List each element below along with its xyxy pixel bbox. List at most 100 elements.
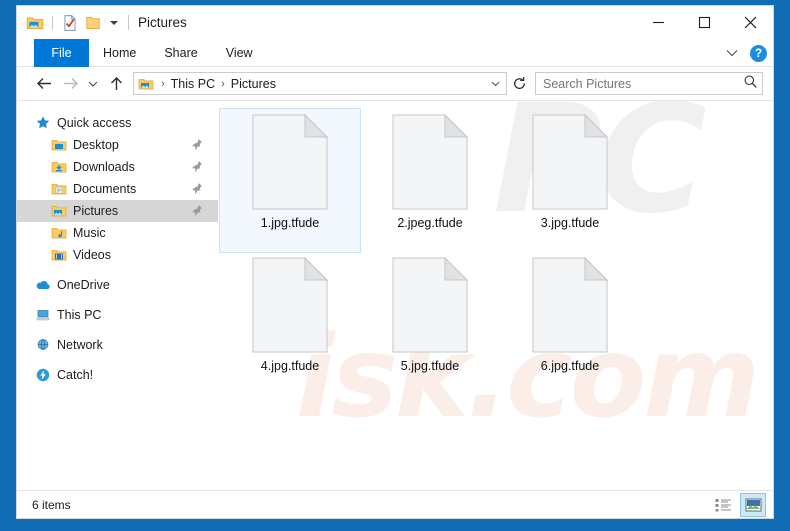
search-input[interactable] [543,76,743,91]
sidebar-item-videos[interactable]: Videos [17,244,218,266]
new-folder-icon[interactable] [84,14,102,32]
view-buttons [711,492,766,517]
sidebar-item-label: Desktop [73,138,119,152]
pin-icon[interactable] [191,182,203,195]
pin-icon[interactable] [191,138,203,151]
breadcrumb[interactable]: › This PC › Pictures [133,72,507,95]
sidebar-item-downloads[interactable]: Downloads [17,156,218,178]
up-button[interactable] [103,71,129,97]
window-title: Pictures [138,15,187,30]
tab-view[interactable]: View [212,39,267,67]
sidebar-item-label: Downloads [73,160,135,174]
desktop-background: Pictures File Home Share View ? › This P… [0,0,790,531]
breadcrumb-separator: › [221,77,225,90]
sidebar-item-label: Videos [73,248,111,262]
window-controls [635,6,773,38]
status-bar: 6 items [17,490,773,518]
file-item[interactable]: 2.jpeg.tfude [360,109,500,252]
this-pc-icon [35,307,51,323]
sidebar-item-catch[interactable]: Catch! [17,364,218,386]
sidebar-item-documents[interactable]: Documents [17,178,218,200]
title-divider [128,15,129,30]
pictures-folder-icon [138,76,154,92]
pin-icon[interactable] [191,204,203,217]
properties-icon[interactable] [61,14,79,32]
customize-qat-caret-icon[interactable] [107,15,123,31]
sidebar-item-label: This PC [57,308,102,322]
file-name: 1.jpg.tfude [260,216,320,230]
quick-access-toolbar [17,14,123,32]
chevron-down-icon[interactable] [486,77,504,90]
onedrive-cloud-icon [35,277,51,293]
minimize-button[interactable] [635,6,681,38]
sidebar-item-onedrive[interactable]: OneDrive [17,274,218,296]
file-name: 3.jpg.tfude [540,216,600,230]
file-grid: 1.jpg.tfude 2.jpeg.tfude 3.jpg.tfude 4.j… [219,108,773,395]
sidebar-item-label: Catch! [57,368,94,382]
file-name: 2.jpeg.tfude [397,216,463,230]
sidebar-item-network[interactable]: Network [17,334,218,356]
sidebar-item-label: OneDrive [57,278,110,292]
file-item[interactable]: 3.jpg.tfude [500,109,640,252]
sidebar-group-label: Quick access [57,116,132,130]
forward-button[interactable] [57,71,83,97]
item-count-label: 6 items [32,497,71,512]
maximize-button[interactable] [681,6,727,38]
ribbon-tab-bar: File Home Share View ? [17,39,773,67]
chevron-down-icon[interactable] [723,44,741,62]
sidebar-item-label: Pictures [73,204,119,218]
file-explorer-window: Pictures File Home Share View ? › This P… [17,6,773,518]
breadcrumb-item-this-pc[interactable]: This PC [169,77,217,91]
downloads-folder-icon [51,159,67,175]
music-folder-icon [51,225,67,241]
sidebar-item-label: Documents [73,182,137,196]
file-item[interactable]: 6.jpg.tfude [500,252,640,395]
desktop-folder-icon [51,137,67,153]
sidebar-item-this-pc[interactable]: This PC [17,304,218,326]
file-item[interactable]: 1.jpg.tfude [219,108,361,253]
file-item[interactable]: 4.jpg.tfude [220,252,360,395]
close-button[interactable] [727,6,773,38]
tab-share[interactable]: Share [150,39,211,67]
search-icon[interactable] [743,74,758,94]
generic-file-icon [252,257,328,353]
title-bar: Pictures [17,6,773,39]
pictures-folder-icon [51,203,67,219]
catch-icon [35,367,51,383]
details-view-button[interactable] [711,494,735,516]
generic-file-icon [392,114,468,210]
sidebar-item-desktop[interactable]: Desktop [17,134,218,156]
sidebar-item-label: Network [57,338,103,352]
documents-folder-icon [51,181,67,197]
breadcrumb-item-pictures[interactable]: Pictures [229,77,278,91]
star-icon [35,115,51,131]
recent-locations-button[interactable] [83,71,103,97]
tab-home[interactable]: Home [89,39,150,67]
back-button[interactable] [31,71,57,97]
refresh-button[interactable] [507,72,531,96]
pictures-folder-icon[interactable] [26,14,44,32]
large-icons-view-button[interactable] [740,492,766,517]
ribbon-right-controls: ? [723,39,767,67]
sidebar-item-pictures[interactable]: Pictures [17,200,218,222]
file-name: 5.jpg.tfude [400,359,460,373]
pin-icon[interactable] [191,160,203,173]
file-list-pane[interactable]: PC isk.com 1.jpg.tfude [218,101,773,490]
file-item[interactable]: 5.jpg.tfude [360,252,500,395]
sidebar-item-music[interactable]: Music [17,222,218,244]
search-box[interactable] [535,72,763,95]
generic-file-icon [252,114,328,210]
network-icon [35,337,51,353]
breadcrumb-separator: › [161,77,165,90]
tab-file[interactable]: File [34,39,89,67]
sidebar-group-quick-access[interactable]: Quick access [17,112,218,134]
file-name: 4.jpg.tfude [260,359,320,373]
generic-file-icon [532,257,608,353]
generic-file-icon [532,114,608,210]
help-icon[interactable]: ? [750,44,767,62]
videos-folder-icon [51,247,67,263]
